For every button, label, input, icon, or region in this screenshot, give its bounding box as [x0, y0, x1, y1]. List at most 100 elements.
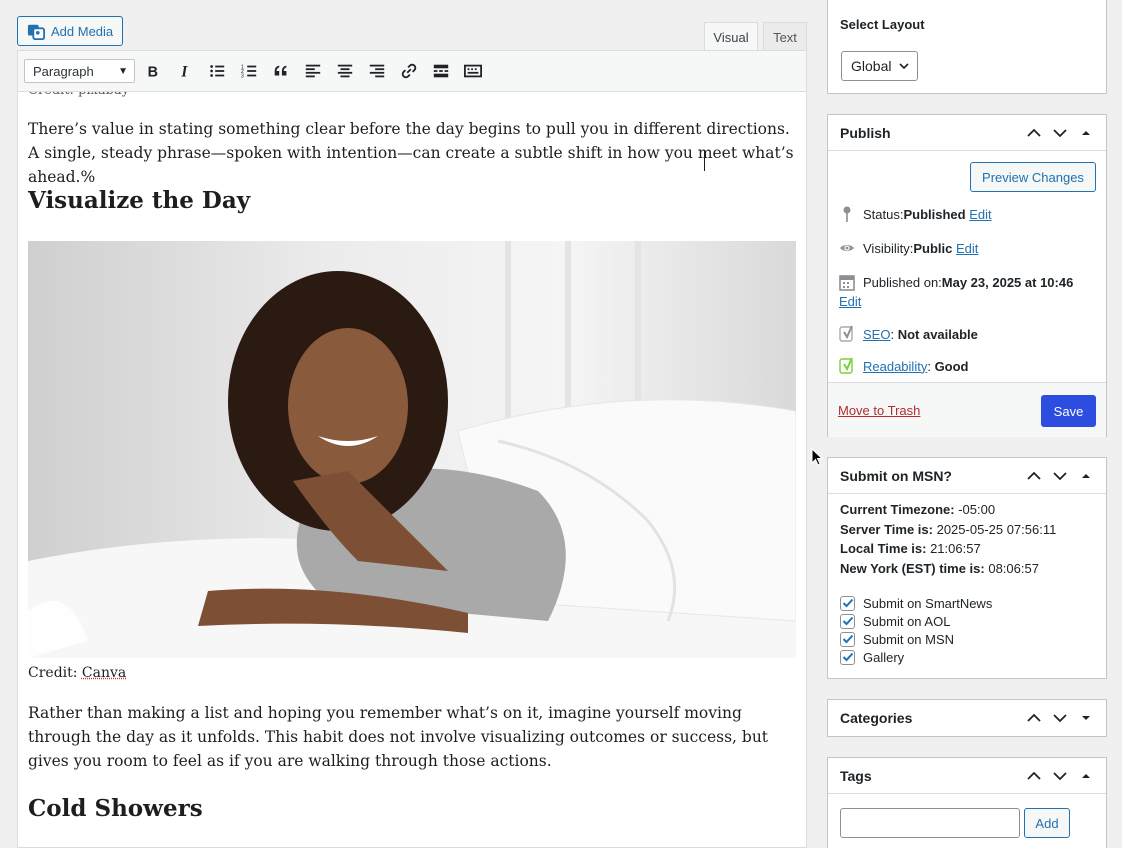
edit-published-date-link[interactable]: Edit [839, 294, 861, 309]
blockquote-button[interactable] [267, 57, 295, 85]
align-center-button[interactable] [331, 57, 359, 85]
format-select[interactable]: Paragraph ▼ [24, 59, 135, 83]
italic-button[interactable]: I [171, 57, 199, 85]
tags-title: Tags [840, 767, 872, 784]
insert-link-button[interactable] [395, 57, 423, 85]
tags-input[interactable] [840, 808, 1020, 838]
checkbox-gallery[interactable]: Gallery [840, 648, 992, 666]
submit-checkboxes: Submit on SmartNews Submit on AOL Submit… [840, 594, 992, 666]
timezone-line: Current Timezone: -05:00 [840, 502, 1056, 522]
move-down-icon[interactable] [1052, 468, 1068, 484]
move-up-icon[interactable] [1026, 468, 1042, 484]
checkbox-msn[interactable]: Submit on MSN [840, 630, 992, 648]
published-on-row: Published on: May 23, 2025 at 10:46 [839, 273, 1073, 291]
paragraph-intro: There’s value in stating something clear… [28, 120, 794, 186]
local-time-line: Local Time is: 21:06:57 [840, 541, 1056, 561]
bold-button[interactable]: B [139, 57, 167, 85]
eye-icon [839, 244, 855, 252]
editor-frame[interactable]: Paragraph ▼ B I 123 Credit: pixabay Ther… [17, 50, 807, 848]
select-layout-title: Select Layout [840, 17, 925, 32]
paragraph-visualize: Rather than making a list and hoping you… [28, 704, 769, 770]
checkbox-label: Submit on MSN [863, 631, 955, 647]
ny-time-line: New York (EST) time is: 08:06:57 [840, 561, 1056, 581]
categories-box: Categories [827, 699, 1107, 737]
layout-select-value: Global [851, 58, 892, 74]
toolbar-toggle-button[interactable] [459, 57, 487, 85]
text-caret [704, 151, 705, 171]
seo-value: Not available [897, 326, 978, 342]
collapse-icon[interactable] [1078, 468, 1094, 484]
edit-visibility-link[interactable]: Edit [956, 241, 978, 256]
preview-changes-button[interactable]: Preview Changes [970, 162, 1096, 192]
bullet-list-button[interactable] [203, 57, 231, 85]
checkmark-icon [842, 616, 853, 626]
checkbox-label: Submit on AOL [863, 613, 951, 629]
time-info: Current Timezone: -05:00 Server Time is:… [840, 502, 1056, 580]
featured-image[interactable] [28, 241, 796, 658]
select-layout-box: Select Layout Global [827, 0, 1107, 94]
move-down-icon[interactable] [1052, 768, 1068, 784]
chevron-down-icon: ▼ [118, 65, 128, 77]
checkmark-icon [842, 652, 853, 662]
checkbox[interactable] [840, 613, 855, 629]
categories-title: Categories [840, 710, 913, 726]
server-time-line: Server Time is: 2025-05-25 07:56:11 [840, 522, 1056, 542]
add-tag-button[interactable]: Add [1024, 808, 1070, 838]
publish-actions: Move to Trash Save [828, 382, 1106, 437]
visibility-row: Visibility: Public Edit [839, 239, 978, 257]
seo-row: SEO: Not available [839, 325, 978, 343]
numbered-list-icon: 123 [241, 64, 257, 79]
tab-visual[interactable]: Visual [704, 22, 758, 51]
read-more-button[interactable] [427, 57, 455, 85]
edit-status-link[interactable]: Edit [969, 207, 991, 222]
save-button[interactable]: Save [1041, 395, 1096, 427]
readability-row: Readability: Good [839, 357, 969, 375]
move-down-icon[interactable] [1052, 710, 1068, 726]
visibility-value: Public [913, 240, 953, 256]
calendar-icon [839, 275, 855, 291]
checkbox-aol[interactable]: Submit on AOL [840, 612, 992, 630]
align-right-icon [369, 64, 385, 78]
ny-time-label: New York (EST) time is: [840, 560, 985, 576]
keyboard-icon [464, 64, 482, 78]
status-row: Status: Published Edit [839, 205, 992, 223]
woman-in-bed-image [28, 241, 796, 658]
move-up-icon[interactable] [1026, 125, 1042, 141]
categories-header[interactable]: Categories [828, 700, 1106, 736]
collapse-icon[interactable] [1078, 768, 1094, 784]
bullet-list-icon [210, 65, 225, 77]
tab-text[interactable]: Text [763, 22, 807, 51]
seo-link[interactable]: SEO [863, 327, 890, 342]
collapse-icon[interactable] [1078, 125, 1094, 141]
credit-link[interactable]: Canva [82, 665, 126, 681]
link-icon [401, 63, 417, 79]
svg-text:3: 3 [241, 73, 244, 79]
visibility-label: Visibility: [863, 240, 914, 256]
align-right-button[interactable] [363, 57, 391, 85]
checkmark-icon [842, 634, 853, 644]
heading-cold-showers: Cold Showers [28, 795, 203, 822]
move-up-icon[interactable] [1026, 710, 1042, 726]
tags-box: Tags Add [827, 757, 1107, 848]
heading-visualize-the-day: Visualize the Day [28, 187, 251, 214]
svg-text:B: B [148, 64, 158, 80]
server-time-value: 2025-05-25 07:56:11 [932, 521, 1057, 537]
align-left-button[interactable] [299, 57, 327, 85]
move-to-trash-link[interactable]: Move to Trash [838, 403, 920, 418]
quote-icon [274, 65, 287, 76]
status-label: Status: [863, 206, 904, 222]
local-time-label: Local Time is: [840, 541, 927, 556]
readability-link[interactable]: Readability [863, 359, 927, 374]
add-media-button[interactable]: Add Media [17, 16, 123, 46]
expand-icon[interactable] [1078, 710, 1094, 726]
move-down-icon[interactable] [1052, 125, 1068, 141]
layout-select[interactable]: Global [841, 51, 918, 81]
checkbox[interactable] [840, 631, 855, 647]
move-up-icon[interactable] [1026, 768, 1042, 784]
numbered-list-button[interactable]: 123 [235, 57, 263, 85]
checkbox[interactable] [840, 595, 855, 611]
italic-icon: I [180, 63, 188, 80]
checkbox-smartnews[interactable]: Submit on SmartNews [840, 594, 992, 612]
checkbox[interactable] [840, 649, 855, 665]
mouse-pointer-icon [811, 448, 823, 466]
